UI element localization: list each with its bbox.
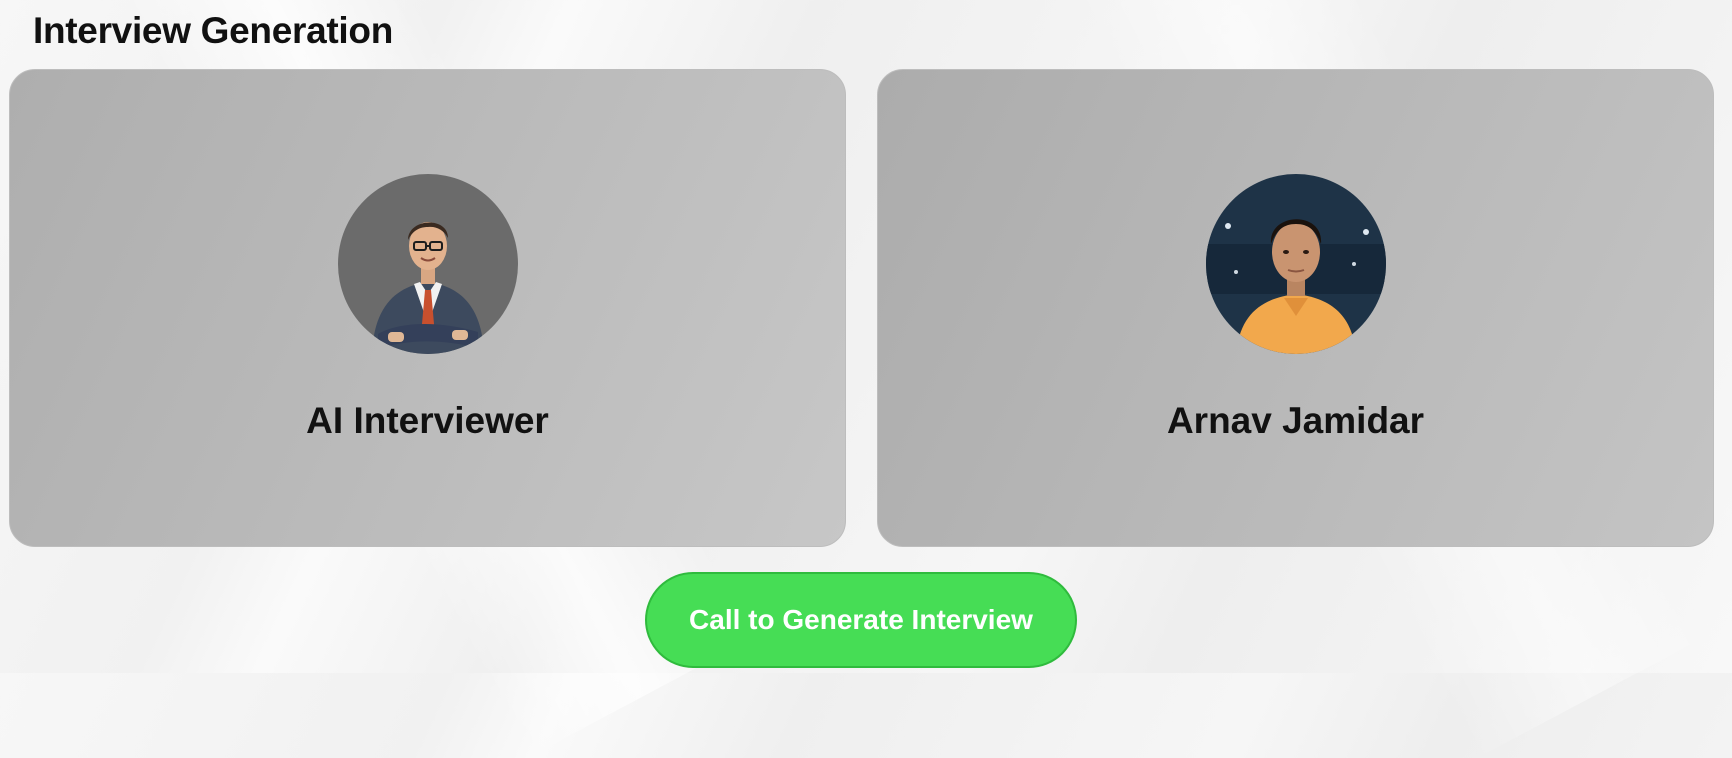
ai-interviewer-name: AI Interviewer: [306, 400, 549, 441]
page-title: Interview Generation: [33, 10, 393, 51]
user-avatar: [1205, 174, 1386, 354]
user-card: Arnav Jamidar: [877, 69, 1714, 547]
generate-interview-button[interactable]: Call to Generate Interview: [645, 572, 1077, 668]
ai-interviewer-avatar: [337, 174, 518, 354]
ai-interviewer-card: AI Interviewer: [9, 69, 846, 547]
user-name: Arnav Jamidar: [1166, 400, 1425, 441]
